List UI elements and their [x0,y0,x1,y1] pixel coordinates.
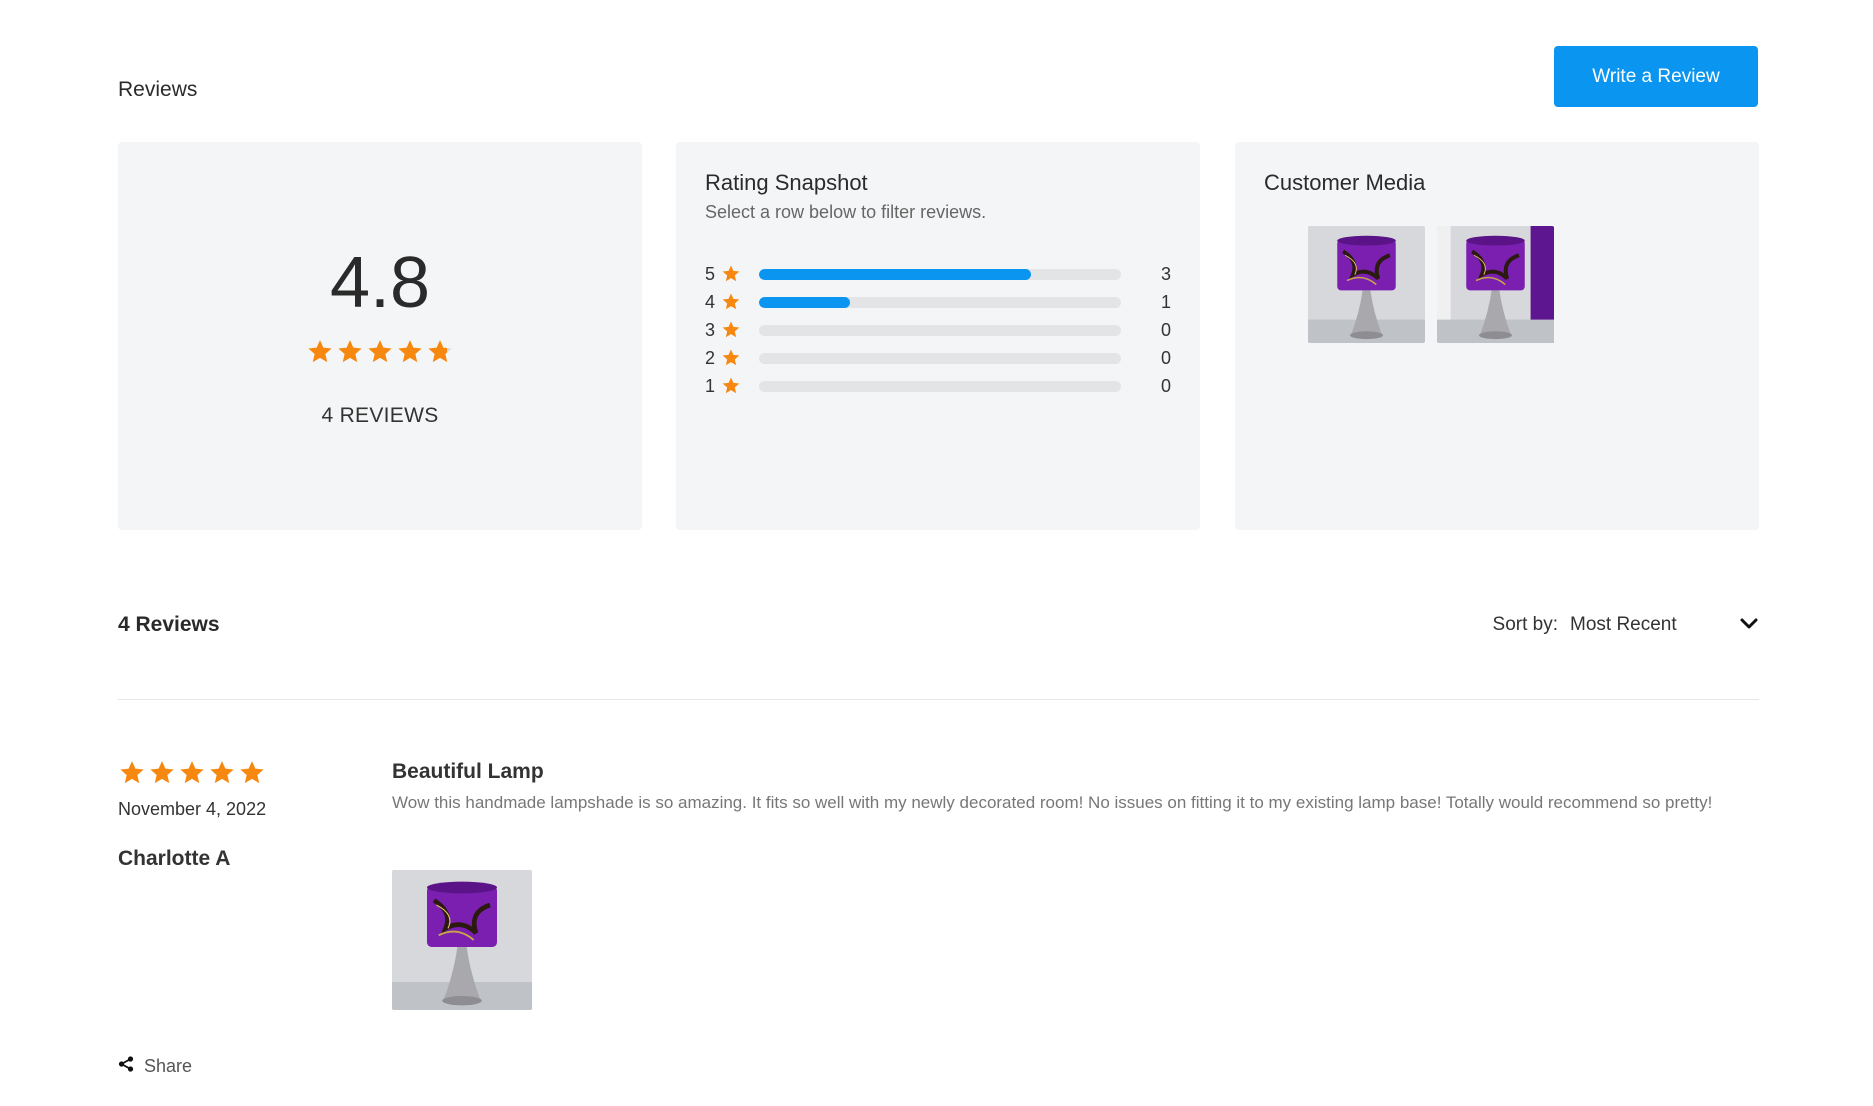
average-rating-card: 4.8 4 REVIEWS [118,142,642,530]
rating-level: 5 [705,263,716,284]
star-icon [722,265,740,282]
rating-star-wrap [721,319,743,341]
rating-star-wrap [721,263,743,285]
customer-media-thumbnails [1308,226,1554,343]
lampshade-image [392,870,532,1010]
rating-star-wrap [721,291,743,313]
rating-bar-track [759,296,1121,308]
share-icon [118,1056,134,1077]
average-stars [118,338,642,366]
star-icon [210,761,234,784]
rating-count: 0 [1160,375,1171,396]
sort-label: Sort by: [1492,614,1558,635]
rating-star-wrap [721,375,743,397]
review-count-label: 4 REVIEWS [321,404,439,427]
review-stars [118,759,266,787]
reviews-count-heading: 4 Reviews [118,613,220,636]
chevron-down-icon [1740,614,1758,636]
review-body: Wow this handmade lampshade is so amazin… [392,793,1713,812]
star-icon [180,761,204,784]
rating-bar-track [759,380,1121,392]
review-author: Charlotte A [118,847,231,870]
rating-bar-track [759,324,1121,336]
rating-snapshot-subtitle: Select a row below to filter reviews. [705,202,987,222]
rating-bar-fill [759,268,1031,280]
star-icon [722,321,740,338]
rating-count: 1 [1160,291,1171,312]
customer-media-card: Customer Media [1235,142,1759,530]
star-icon [722,293,740,310]
average-rating-value: 4.8 [329,243,431,323]
rating-row-4[interactable]: 41 [705,288,1171,316]
rating-star-wrap [721,347,743,369]
star-icon [722,377,740,394]
share-label: Share [144,1056,193,1076]
rating-bar-track [759,352,1121,364]
rating-row-3[interactable]: 30 [705,316,1171,344]
customer-media-thumbnail[interactable] [1308,226,1425,343]
review-photo[interactable] [392,870,532,1010]
star-icon [308,340,332,363]
review-date: November 4, 2022 [118,799,267,819]
star-icon [338,340,362,363]
sort-value: Most Recent [1570,614,1677,635]
rating-level: 3 [705,319,716,340]
star-icon [240,761,264,784]
rating-row-2[interactable]: 20 [705,344,1171,372]
star-icon [120,761,144,784]
star-icon [368,340,392,363]
lampshade-image [1437,226,1554,343]
write-review-button[interactable]: Write a Review [1554,46,1758,107]
sort-dropdown[interactable]: Sort by: Most Recent [1493,614,1758,636]
rating-level: 2 [705,347,716,368]
lampshade-image [1308,226,1425,343]
rating-count: 0 [1160,319,1171,340]
rating-row-5[interactable]: 53 [705,260,1171,288]
star-icon [722,349,740,366]
rating-breakdown: 5341302010 [705,260,1171,400]
rating-bar-fill [759,296,850,308]
rating-row-1[interactable]: 10 [705,372,1171,400]
star-icon [398,340,422,363]
rating-bar-track [759,268,1121,280]
divider [118,699,1759,700]
rating-level: 4 [705,291,716,312]
rating-level: 1 [705,375,716,396]
share-button[interactable]: Share [118,1056,192,1077]
star-icon [150,761,174,784]
rating-count: 0 [1160,347,1171,368]
reviews-heading: Reviews [118,78,198,101]
rating-snapshot-title: Rating Snapshot [705,170,868,195]
rating-count: 3 [1160,263,1171,284]
rating-snapshot-card: Rating Snapshot Select a row below to fi… [676,142,1200,530]
star-icon [428,340,452,363]
customer-media-thumbnail[interactable] [1437,226,1554,343]
customer-media-title: Customer Media [1264,170,1426,195]
review-title: Beautiful Lamp [392,760,544,783]
